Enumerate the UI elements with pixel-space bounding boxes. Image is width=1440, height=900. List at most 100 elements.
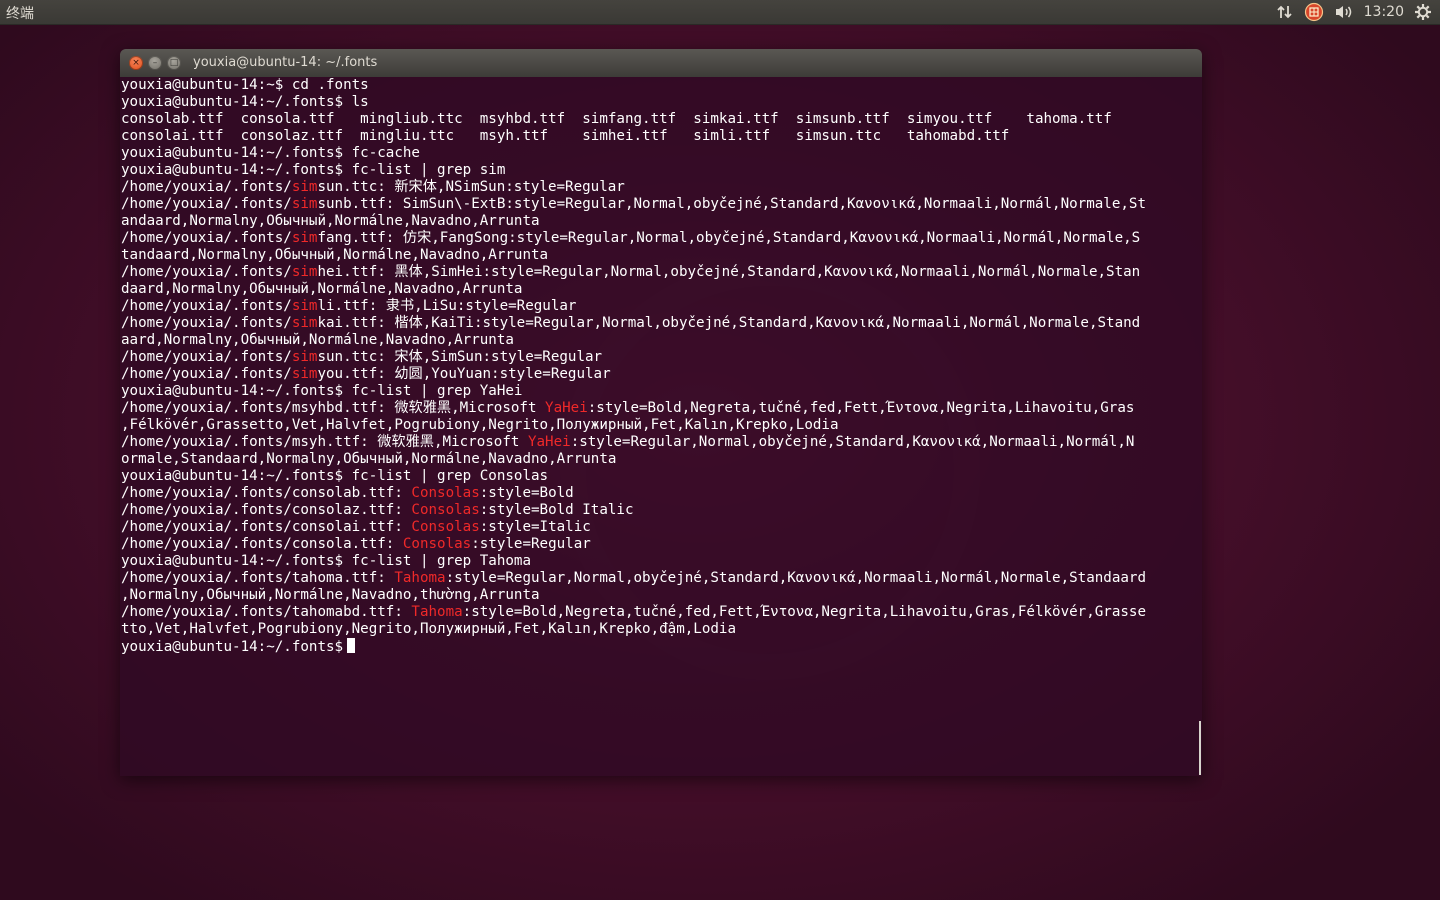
terminal-text: youxia@ubuntu-14:~/.fonts$ fc-list | gre… bbox=[121, 553, 531, 569]
terminal-line: consolai.ttf consolaz.ttf mingliu.ttc ms… bbox=[121, 128, 1202, 145]
terminal-text: sunb.ttf: SimSun\-ExtB:style=Regular,Nor… bbox=[317, 196, 1147, 212]
terminal-text: /home/youxia/.fonts/ bbox=[121, 315, 292, 331]
terminal-text: /home/youxia/.fonts/ bbox=[121, 349, 292, 365]
terminal-line: /home/youxia/.fonts/simyou.ttf: 幼圆,YouYu… bbox=[121, 366, 1202, 383]
terminal-text: you.ttf: 幼圆,YouYuan:style=Regular bbox=[317, 366, 611, 382]
grep-match: Consolas bbox=[402, 536, 472, 552]
terminal-text: /home/youxia/.fonts/msyh.ttf: 微软雅黑,Micro… bbox=[121, 434, 528, 450]
terminal-line: ,Normalny,Обычный,Normálne,Navadno,thườn… bbox=[121, 587, 1202, 604]
terminal-line: /home/youxia/.fonts/consolaz.ttf: Consol… bbox=[121, 502, 1202, 519]
terminal-text: /home/youxia/.fonts/tahoma.ttf: bbox=[121, 570, 395, 586]
active-app-title[interactable]: 终端 bbox=[6, 3, 34, 23]
grep-match: sim bbox=[291, 315, 318, 331]
terminal-line: andaard,Normalny,Обычный,Normálne,Navadn… bbox=[121, 213, 1202, 230]
terminal-line: /home/youxia/.fonts/consolab.ttf: Consol… bbox=[121, 485, 1202, 502]
terminal-text: :style=Regular,Normal,obyčejné,Standard,… bbox=[570, 434, 1135, 450]
terminal-line: youxia@ubuntu-14:~/.fonts$ fc-list | gre… bbox=[121, 383, 1202, 400]
text-cursor bbox=[347, 638, 356, 653]
network-transfer-icon[interactable] bbox=[1276, 0, 1294, 24]
system-gear-icon[interactable] bbox=[1414, 0, 1432, 24]
terminal-text: ,Félkövér,Grassetto,Vet,Halvfet,Pogrubio… bbox=[121, 417, 839, 433]
terminal-text: :style=Bold bbox=[479, 485, 574, 501]
grep-match: Tahoma bbox=[394, 570, 446, 586]
terminal-line: youxia@ubuntu-14:~/.fonts$ fc-cache bbox=[121, 145, 1202, 162]
volume-icon[interactable] bbox=[1334, 0, 1354, 24]
terminal-line: /home/youxia/.fonts/simkai.ttf: 楷体,KaiTi… bbox=[121, 315, 1202, 332]
terminal-line: daard,Normalny,Обычный,Normálne,Navadno,… bbox=[121, 281, 1202, 298]
terminal-line: ormale,Standaard,Normalny,Обычный,Normál… bbox=[121, 451, 1202, 468]
terminal-text: sun.ttc: 新宋体,NSimSun:style=Regular bbox=[317, 179, 625, 195]
terminal-text: /home/youxia/.fonts/tahomabd.ttf: bbox=[121, 604, 412, 620]
terminal-text: sun.ttc: 宋体,SimSun:style=Regular bbox=[317, 349, 603, 365]
terminal-line: youxia@ubuntu-14:~/.fonts$ fc-list | gre… bbox=[121, 468, 1202, 485]
terminal-text: /home/youxia/.fonts/ bbox=[121, 179, 292, 195]
terminal-line: /home/youxia/.fonts/simsun.ttc: 新宋体,NSim… bbox=[121, 179, 1202, 196]
terminal-text: /home/youxia/.fonts/ bbox=[121, 298, 292, 314]
terminal-line: tto,Vet,Halvfet,Pogrubiony,Negrito,Полуж… bbox=[121, 621, 1202, 638]
minimize-button[interactable]: – bbox=[148, 56, 162, 70]
grep-match: sim bbox=[291, 264, 318, 280]
terminal-text: ,Normalny,Обычный,Normálne,Navadno,thườn… bbox=[121, 587, 540, 603]
terminal-text: youxia@ubuntu-14:~/.fonts$ fc-cache bbox=[121, 145, 420, 161]
grep-match: Consolas bbox=[411, 519, 480, 535]
window-titlebar[interactable]: × – □ youxia@ubuntu-14: ~/.fonts bbox=[120, 49, 1202, 77]
terminal-text: youxia@ubuntu-14:~$ cd .fonts bbox=[121, 77, 369, 93]
terminal-text: :style=Italic bbox=[479, 519, 591, 535]
terminal-scrollbar[interactable] bbox=[1199, 721, 1201, 775]
terminal-line: /home/youxia/.fonts/tahomabd.ttf: Tahoma… bbox=[121, 604, 1202, 621]
terminal-text: /home/youxia/.fonts/consolaz.ttf: bbox=[121, 502, 412, 518]
grep-match: sim bbox=[291, 196, 318, 212]
terminal-text: /home/youxia/.fonts/ bbox=[121, 196, 292, 212]
grep-match: sim bbox=[291, 366, 318, 382]
terminal-text: /home/youxia/.fonts/msyhbd.ttf: 微软雅黑,Mic… bbox=[121, 400, 546, 416]
terminal-line: /home/youxia/.fonts/simhei.ttf: 黑体,SimHe… bbox=[121, 264, 1202, 281]
terminal-text: youxia@ubuntu-14:~/.fonts$ fc-list | gre… bbox=[121, 468, 549, 484]
terminal-line: /home/youxia/.fonts/consolai.ttf: Consol… bbox=[121, 519, 1202, 536]
terminal-line: youxia@ubuntu-14:~/.fonts$ fc-list | gre… bbox=[121, 553, 1202, 570]
terminal-line: ,Félkövér,Grassetto,Vet,Halvfet,Pogrubio… bbox=[121, 417, 1202, 434]
terminal-line: /home/youxia/.fonts/simsunb.ttf: SimSun\… bbox=[121, 196, 1202, 213]
terminal-prompt-line[interactable]: youxia@ubuntu-14:~/.fonts$ bbox=[121, 638, 1202, 655]
terminal-text: :style=Regular,Normal,obyčejné,Standard,… bbox=[445, 570, 1147, 586]
terminal-text: fang.ttf: 仿宋,FangSong:style=Regular,Norm… bbox=[317, 230, 1141, 246]
terminal-output[interactable]: youxia@ubuntu-14:~$ cd .fonts youxia@ubun… bbox=[120, 77, 1202, 776]
terminal-line: consolab.ttf consola.ttf mingliub.ttc ms… bbox=[121, 111, 1202, 128]
terminal-line: /home/youxia/.fonts/msyhbd.ttf: 微软雅黑,Mic… bbox=[121, 400, 1202, 417]
terminal-text: youxia@ubuntu-14:~/.fonts$ ls bbox=[121, 94, 369, 110]
grep-match: Consolas bbox=[411, 502, 480, 518]
terminal-window[interactable]: × – □ youxia@ubuntu-14: ~/.fonts youxia@… bbox=[120, 49, 1202, 776]
grep-match: Consolas bbox=[411, 485, 480, 501]
terminal-text: /home/youxia/.fonts/consolai.ttf: bbox=[121, 519, 412, 535]
input-method-icon[interactable] bbox=[1304, 0, 1324, 24]
terminal-text: /home/youxia/.fonts/consola.ttf: bbox=[121, 536, 403, 552]
terminal-text: tandaard,Normalny,Обычный,Normálne,Navad… bbox=[121, 247, 549, 263]
terminal-text: :style=Bold,Negreta,tučné,fed,Fett,Έντον… bbox=[587, 400, 1135, 416]
terminal-line: /home/youxia/.fonts/consola.ttf: Consola… bbox=[121, 536, 1202, 553]
terminal-text: /home/youxia/.fonts/ bbox=[121, 230, 292, 246]
terminal-text: andaard,Normalny,Обычный,Normálne,Navadn… bbox=[121, 213, 540, 229]
terminal-text: /home/youxia/.fonts/consolab.ttf: bbox=[121, 485, 412, 501]
terminal-text: :style=Bold Italic bbox=[479, 502, 634, 518]
terminal-line: /home/youxia/.fonts/simfang.ttf: 仿宋,Fang… bbox=[121, 230, 1202, 247]
terminal-text: hei.ttf: 黑体,SimHei:style=Regular,Normal,… bbox=[317, 264, 1141, 280]
maximize-button[interactable]: □ bbox=[167, 56, 181, 70]
window-title: youxia@ubuntu-14: ~/.fonts bbox=[193, 55, 378, 70]
terminal-text: consolab.ttf consola.ttf mingliub.ttc ms… bbox=[121, 111, 1112, 127]
terminal-text: li.ttf: 隶书,LiSu:style=Regular bbox=[317, 298, 577, 314]
terminal-text: aard,Normalny,Обычный,Normálne,Navadno,A… bbox=[121, 332, 514, 348]
terminal-text: kai.ttf: 楷体,KaiTi:style=Regular,Normal,o… bbox=[317, 315, 1141, 331]
terminal-line: youxia@ubuntu-14:~$ cd .fonts bbox=[121, 77, 1202, 94]
clock[interactable]: 13:20 bbox=[1364, 0, 1404, 24]
terminal-text: :style=Bold,Negreta,tučné,fed,Fett,Έντον… bbox=[462, 604, 1146, 620]
terminal-text: /home/youxia/.fonts/ bbox=[121, 366, 292, 382]
grep-match: sim bbox=[291, 179, 318, 195]
terminal-text: youxia@ubuntu-14:~/.fonts$ fc-list | gre… bbox=[121, 383, 523, 399]
terminal-prompt: youxia@ubuntu-14:~/.fonts$ bbox=[121, 639, 344, 655]
terminal-line: youxia@ubuntu-14:~/.fonts$ fc-list | gre… bbox=[121, 162, 1202, 179]
terminal-text: ormale,Standaard,Normalny,Обычный,Normál… bbox=[121, 451, 617, 467]
terminal-text: daard,Normalny,Обычный,Normálne,Navadno,… bbox=[121, 281, 523, 297]
grep-match: YaHei bbox=[545, 400, 588, 416]
close-button[interactable]: × bbox=[129, 56, 143, 70]
grep-match: sim bbox=[291, 230, 318, 246]
grep-match: Tahoma bbox=[411, 604, 463, 620]
